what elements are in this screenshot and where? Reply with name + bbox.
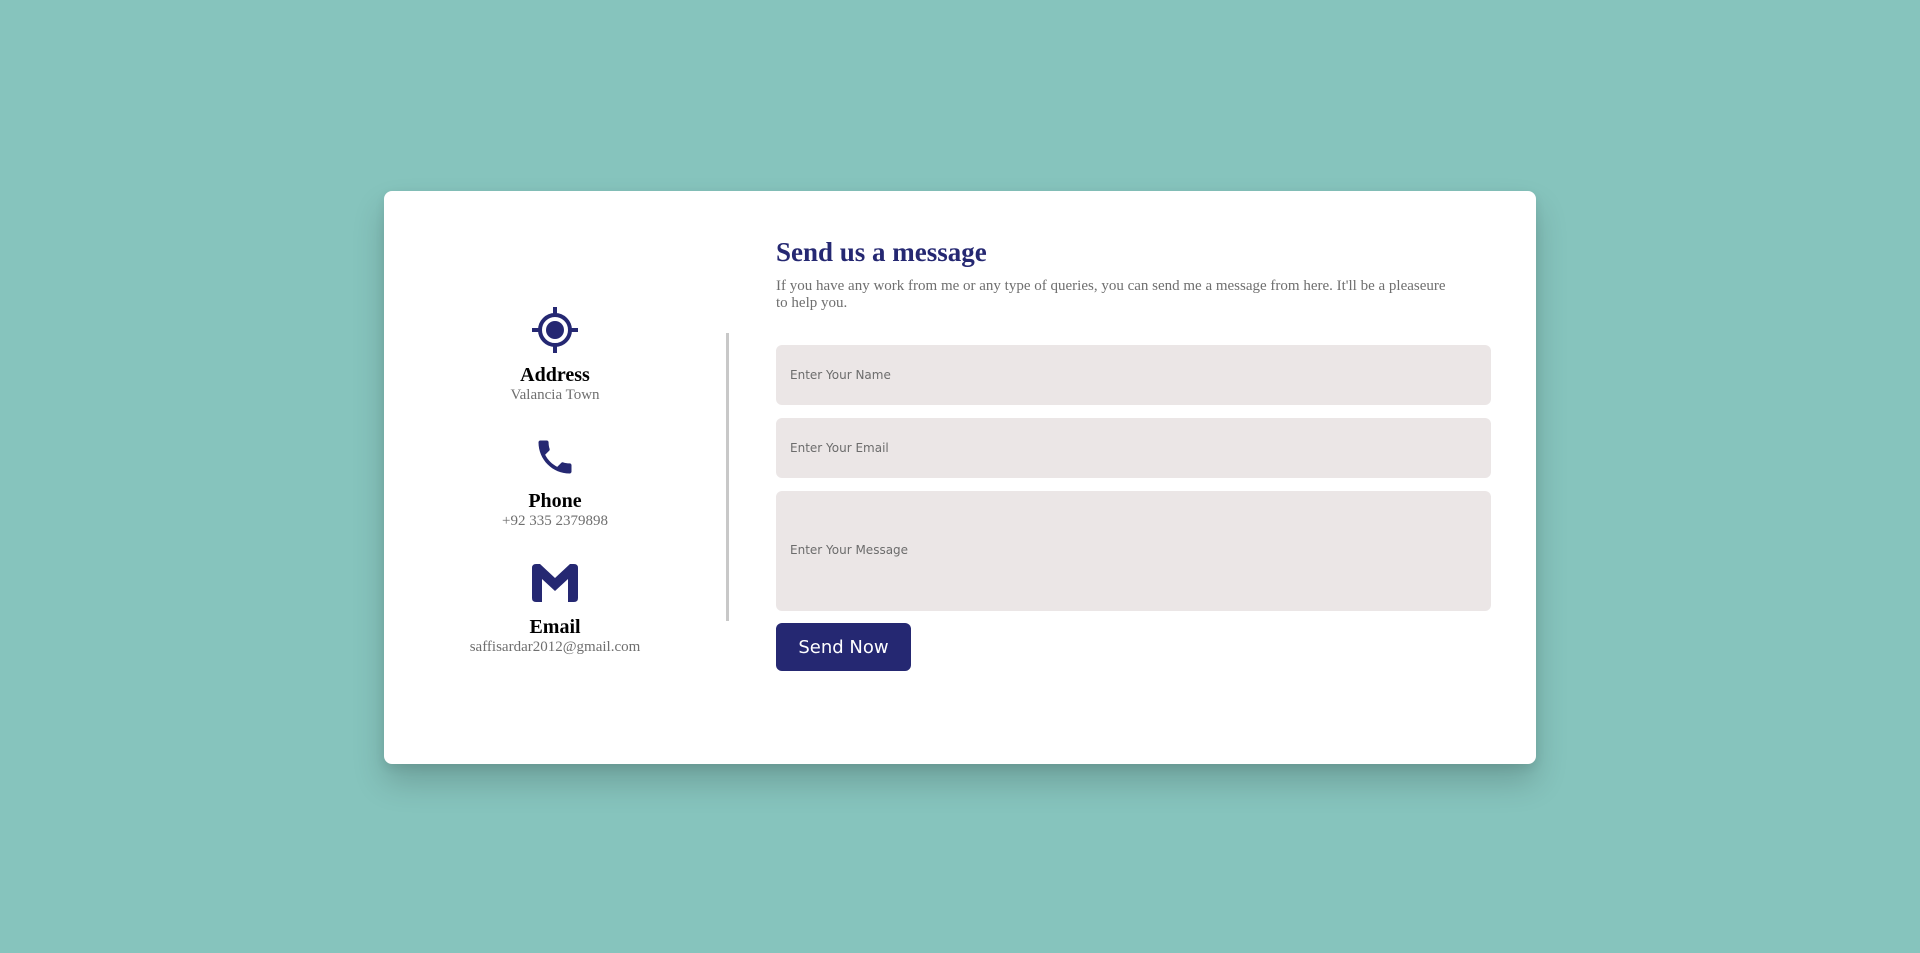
contact-info-panel: Address Valancia Town Phone +92 335 2379… xyxy=(384,191,726,764)
location-target-icon xyxy=(532,307,578,353)
phone-title: Phone xyxy=(528,490,582,512)
address-text: Valancia Town xyxy=(510,387,600,403)
address-title: Address xyxy=(520,364,590,386)
address-block: Address Valancia Town xyxy=(384,307,726,407)
phone-icon xyxy=(538,440,572,474)
phone-block: Phone +92 335 2379898 xyxy=(384,435,726,535)
gmail-m-icon xyxy=(532,564,578,602)
vertical-divider xyxy=(726,333,729,621)
phone-text: +92 335 2379898 xyxy=(502,513,608,529)
send-now-button[interactable]: Send Now xyxy=(776,623,911,671)
email-title: Email xyxy=(529,616,581,638)
email-text: saffisardar2012@gmail.com xyxy=(469,639,641,655)
email-input[interactable] xyxy=(776,418,1491,478)
form-title: Send us a message xyxy=(776,237,987,267)
email-block: Email saffisardar2012@gmail.com xyxy=(384,564,726,664)
message-textarea[interactable] xyxy=(776,491,1491,611)
name-input[interactable] xyxy=(776,345,1491,405)
message-form: Send us a message If you have any work f… xyxy=(776,191,1491,764)
form-subtitle: If you have any work from me or any type… xyxy=(776,278,1446,311)
contact-card: Address Valancia Town Phone +92 335 2379… xyxy=(384,191,1536,764)
